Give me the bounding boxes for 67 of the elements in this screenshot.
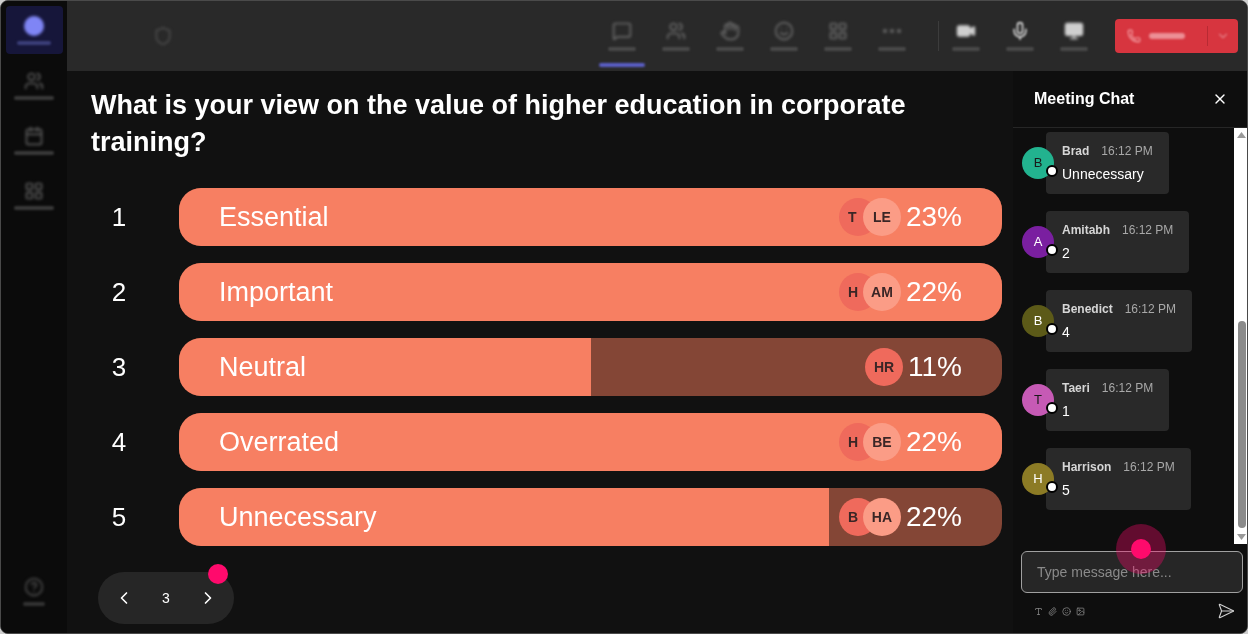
message-time: 16:12 PM [1101,379,1154,397]
people-icon [24,70,44,91]
smiley-icon [774,21,794,41]
people-icon [666,21,686,41]
scroll-up-arrow-icon [1237,132,1246,138]
selected-underline [599,63,645,67]
blurred-label [14,205,54,210]
message-time: 16:12 PM [1124,300,1177,318]
chat-title: Meeting Chat [1034,89,1135,109]
vote-percent: 23% [905,200,962,234]
blurred-label [23,601,45,606]
option-number: 3 [110,350,128,384]
vote-percent: 22% [905,500,962,534]
option-number: 4 [110,425,128,459]
message-text: 4 [1062,322,1071,342]
blurred-label [14,150,54,155]
message-time: 16:12 PM [1101,142,1153,160]
format-icon[interactable] [1034,606,1043,616]
voter-avatar: HR [865,348,904,386]
screen-share-icon [1064,21,1084,41]
message-text: 2 [1062,243,1071,263]
message-time: 16:12 PM [1122,221,1174,239]
option-number: 5 [110,500,128,534]
sender-name: Harrison [1062,458,1112,476]
grid-icon [24,180,44,201]
option-number: 2 [110,275,128,309]
paperclip-icon[interactable] [1048,606,1057,616]
grid-icon [828,21,848,41]
click-indicator-icon [208,564,228,584]
sender-name: Benedict [1062,300,1113,318]
message-time: 16:12 PM [1123,458,1175,476]
vote-percent: 11% [908,350,962,384]
vote-percent: 22% [905,425,962,459]
sender-name: Brad [1062,142,1090,160]
leave-button[interactable] [1115,19,1238,53]
send-button[interactable] [1217,602,1235,620]
emoji-icon[interactable] [1062,606,1071,616]
option-label: Important [218,275,334,309]
phone-icon [1127,29,1141,43]
vote-percent: 22% [905,275,962,309]
voter-avatar: HA [862,498,901,536]
calendar-icon [24,125,44,146]
blurred-label [14,95,54,100]
option-label: Overrated [218,425,340,459]
message-input[interactable]: Type message here... [1021,551,1243,593]
sender-name: Amitabh [1062,221,1110,239]
scroll-down-arrow-icon [1237,534,1246,540]
send-icon [1217,602,1235,620]
help-icon [24,576,44,597]
poll-question: What is your view on the value of higher education in corporate training? [91,89,907,159]
option-label: Unnecessary [218,500,377,534]
scrollbar-thumb[interactable] [1237,321,1246,528]
message-text: Unnecessary [1062,164,1145,184]
blurred-label [17,40,51,45]
page-number: 3 [162,588,170,608]
microphone-icon [1010,21,1030,41]
chat-icon [612,21,632,41]
option-label: Neutral [218,350,307,384]
message-text: 5 [1062,480,1071,500]
sidebar-item[interactable] [5,6,63,54]
option-number: 1 [110,200,128,234]
image-icon[interactable] [1076,606,1085,616]
sender-name: Taeri [1062,379,1090,397]
blurred-label [1149,33,1185,39]
hand-icon [720,21,740,41]
option-label: Essential [218,200,329,234]
message-text: 1 [1062,401,1071,421]
